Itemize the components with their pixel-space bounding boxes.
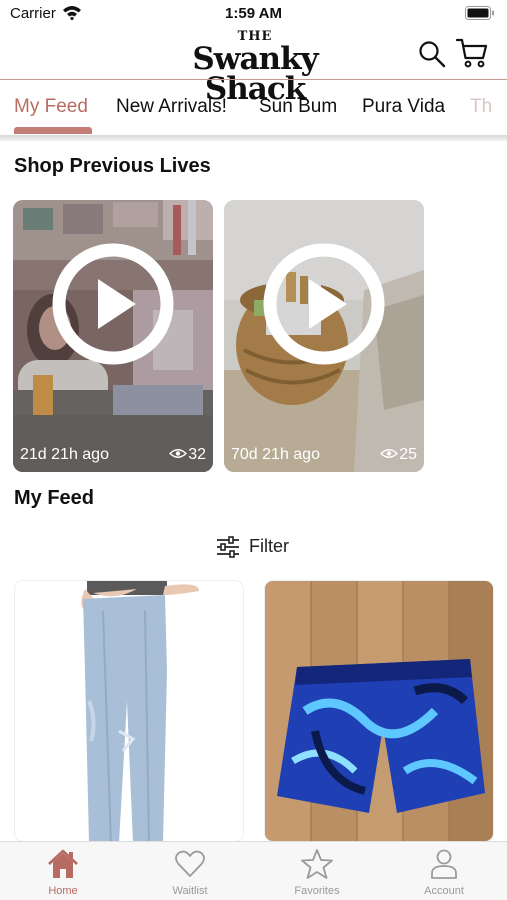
star-icon (301, 849, 333, 879)
views-value: 32 (188, 446, 206, 463)
home-icon (48, 849, 78, 878)
nav-favorites[interactable]: Favorites (254, 842, 380, 900)
product-card[interactable] (14, 580, 244, 842)
status-bar: Carrier 1:59 AM (0, 0, 507, 28)
feed-title: My Feed (14, 487, 95, 509)
views-value: 25 (399, 446, 417, 463)
live-time-ago: 21d 21h ago (20, 446, 109, 463)
live-video-card[interactable]: 21d 21h ago 32 (13, 200, 213, 472)
nav-favorites-label: Favorites (294, 885, 340, 897)
status-time: 1:59 AM (225, 5, 282, 22)
play-icon[interactable] (52, 243, 174, 365)
tab-new-arrivals[interactable]: New Arrivals! (116, 96, 227, 118)
live-view-count: 25 (380, 446, 417, 464)
nav-home[interactable]: Home (0, 842, 126, 900)
search-icon[interactable] (418, 40, 446, 68)
nav-waitlist[interactable]: Waitlist (127, 842, 253, 900)
category-tabs: My Feed New Arrivals! Sun Bum Pura Vida … (0, 80, 507, 136)
nav-waitlist-label: Waitlist (172, 885, 208, 897)
tabs-divider (0, 135, 507, 141)
filter-label: Filter (249, 536, 289, 556)
active-tab-indicator (14, 127, 92, 134)
filter-icon (217, 536, 239, 558)
store-logo[interactable]: THE Swanky Shack (150, 30, 360, 105)
battery-icon (465, 6, 494, 20)
product-image-shorts (265, 581, 493, 841)
person-icon (431, 849, 457, 879)
live-video-card[interactable]: 70d 21h ago 25 (224, 200, 424, 472)
tab-pura-vida[interactable]: Pura Vida (362, 96, 445, 118)
nav-account[interactable]: Account (381, 842, 507, 900)
eye-icon (380, 449, 399, 458)
tab-partial[interactable]: Th (470, 96, 492, 118)
play-icon[interactable] (263, 243, 385, 365)
app-header: THE Swanky Shack (0, 28, 507, 105)
live-view-count: 32 (169, 446, 206, 464)
heart-icon (175, 850, 205, 877)
tab-sun-bum[interactable]: Sun Bum (259, 96, 337, 118)
nav-account-label: Account (424, 885, 464, 897)
tab-my-feed[interactable]: My Feed (14, 96, 88, 118)
eye-icon (169, 449, 188, 458)
cart-icon[interactable] (456, 38, 488, 68)
nav-home-label: Home (48, 885, 78, 897)
bottom-navigation: Home Waitlist Favorites Account (0, 841, 507, 900)
previous-lives-title: Shop Previous Lives (14, 155, 211, 177)
product-card[interactable] (264, 580, 494, 842)
live-time-ago: 70d 21h ago (231, 446, 320, 463)
product-image-jeans (15, 581, 243, 841)
filter-button[interactable]: Filter (214, 532, 304, 562)
